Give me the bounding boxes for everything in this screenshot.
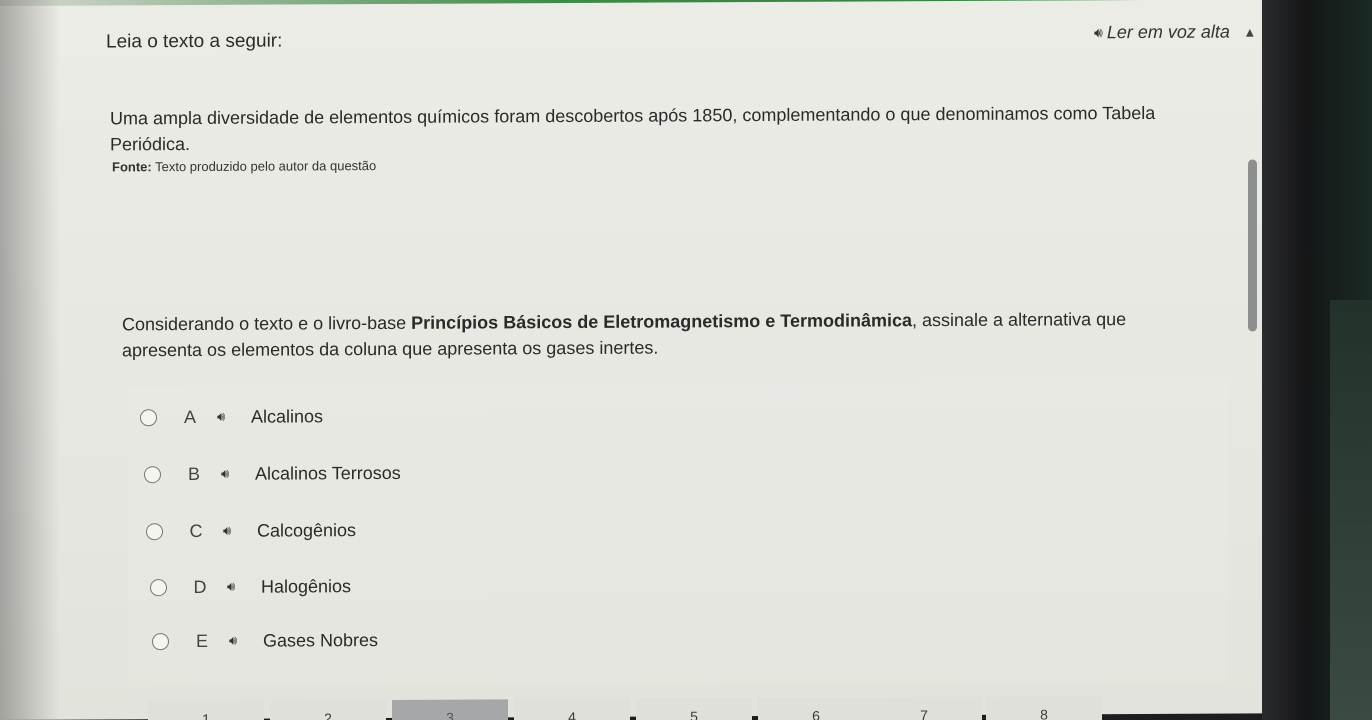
speaker-icon[interactable]: 🔊︎	[229, 633, 253, 648]
source-label: Fonte:	[112, 159, 152, 175]
question-prefix: Considerando o texto e o livro-base	[122, 312, 412, 335]
scroll-up-icon[interactable]: ▲	[1246, 27, 1254, 38]
option-text: Halogênios	[261, 575, 352, 597]
option-c[interactable]: C 🔊︎ Calcogênios	[146, 510, 356, 551]
scroll-thumb[interactable]	[1248, 159, 1257, 332]
read-aloud-button[interactable]: 🔊︎ Ler em voz alta	[1094, 22, 1230, 44]
page-4[interactable]: 4	[514, 698, 630, 720]
page-2[interactable]: 2	[270, 699, 386, 720]
radio-button[interactable]	[144, 465, 161, 483]
radio-button[interactable]	[140, 408, 157, 426]
passage-source: Fonte: Texto produzido pelo autor da que…	[112, 158, 376, 174]
book-title: Princípios Básicos de Eletromagnetismo e…	[411, 310, 912, 333]
radio-button[interactable]	[150, 578, 167, 596]
speaker-icon: 🔊︎	[1094, 24, 1103, 41]
question-pagination: 1 2 3 4 5 6 7 8	[0, 695, 1262, 720]
option-letter: D	[193, 576, 207, 597]
option-letter: A	[183, 406, 196, 427]
radio-button[interactable]	[152, 632, 169, 650]
quiz-page: Leia o texto a seguir: 🔊︎ Ler em voz alt…	[0, 0, 1262, 720]
option-text: Calcogênios	[257, 519, 357, 541]
option-letter: E	[195, 630, 208, 651]
background-surface	[1330, 300, 1372, 720]
page-7[interactable]: 7	[866, 696, 982, 720]
speaker-icon[interactable]: 🔊︎	[221, 466, 245, 481]
option-b[interactable]: B 🔊︎ Alcalinos Terrosos	[144, 453, 401, 494]
speaker-icon[interactable]: 🔊︎	[223, 523, 247, 538]
option-letter: C	[189, 520, 203, 541]
page-8[interactable]: 8	[986, 696, 1102, 720]
answer-options: A 🔊︎ Alcalinos B 🔊︎ Alcalinos Terrosos C…	[128, 381, 1228, 688]
radio-button[interactable]	[146, 522, 163, 540]
page-1[interactable]: 1	[148, 700, 264, 720]
option-text: Gases Nobres	[263, 629, 379, 651]
page-3[interactable]: 3	[392, 699, 508, 720]
option-letter: B	[187, 463, 200, 484]
page-6[interactable]: 6	[758, 697, 874, 720]
page-5[interactable]: 5	[636, 698, 752, 720]
speaker-icon[interactable]: 🔊︎	[217, 409, 241, 424]
option-text: Alcalinos	[251, 405, 324, 427]
option-text: Alcalinos Terrosos	[255, 462, 401, 484]
vertical-scrollbar[interactable]: ▲	[1244, 19, 1260, 719]
instruction-heading: Leia o texto a seguir:	[106, 30, 283, 53]
read-aloud-label: Ler em voz alta	[1106, 21, 1230, 43]
option-a[interactable]: A 🔊︎ Alcalinos	[140, 396, 323, 437]
source-text: Texto produzido pelo autor da questão	[151, 158, 377, 175]
passage-text: Uma ampla diversidade de elementos quími…	[110, 102, 1156, 155]
option-d[interactable]: D 🔊︎ Halogênios	[150, 566, 351, 607]
question-text: Considerando o texto e o livro-base Prin…	[122, 306, 1182, 364]
option-e[interactable]: E 🔊︎ Gases Nobres	[152, 620, 378, 661]
speaker-icon[interactable]: 🔊︎	[227, 579, 251, 594]
screen-edge-shadow	[0, 0, 60, 720]
